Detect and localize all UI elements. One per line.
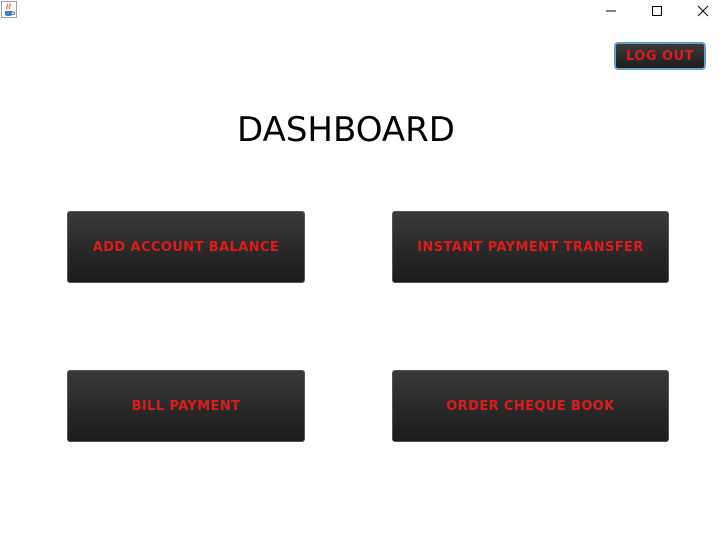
page-title: DASHBOARD [237,110,455,150]
maximize-icon [651,2,663,21]
close-icon [697,2,709,21]
java-coffee-icon [1,1,17,18]
window-titlebar [0,0,720,22]
logout-button[interactable]: LOG OUT [614,42,706,70]
order-cheque-book-button[interactable]: ORDER CHEQUE BOOK [392,370,669,442]
close-button[interactable] [680,0,720,22]
maximize-button[interactable] [634,0,680,22]
add-account-balance-button[interactable]: ADD ACCOUNT BALANCE [67,211,305,283]
minimize-button[interactable] [588,0,634,22]
instant-payment-transfer-button[interactable]: INSTANT PAYMENT TRANSFER [392,211,669,283]
minimize-icon [605,2,617,21]
bill-payment-button[interactable]: BILL PAYMENT [67,370,305,442]
